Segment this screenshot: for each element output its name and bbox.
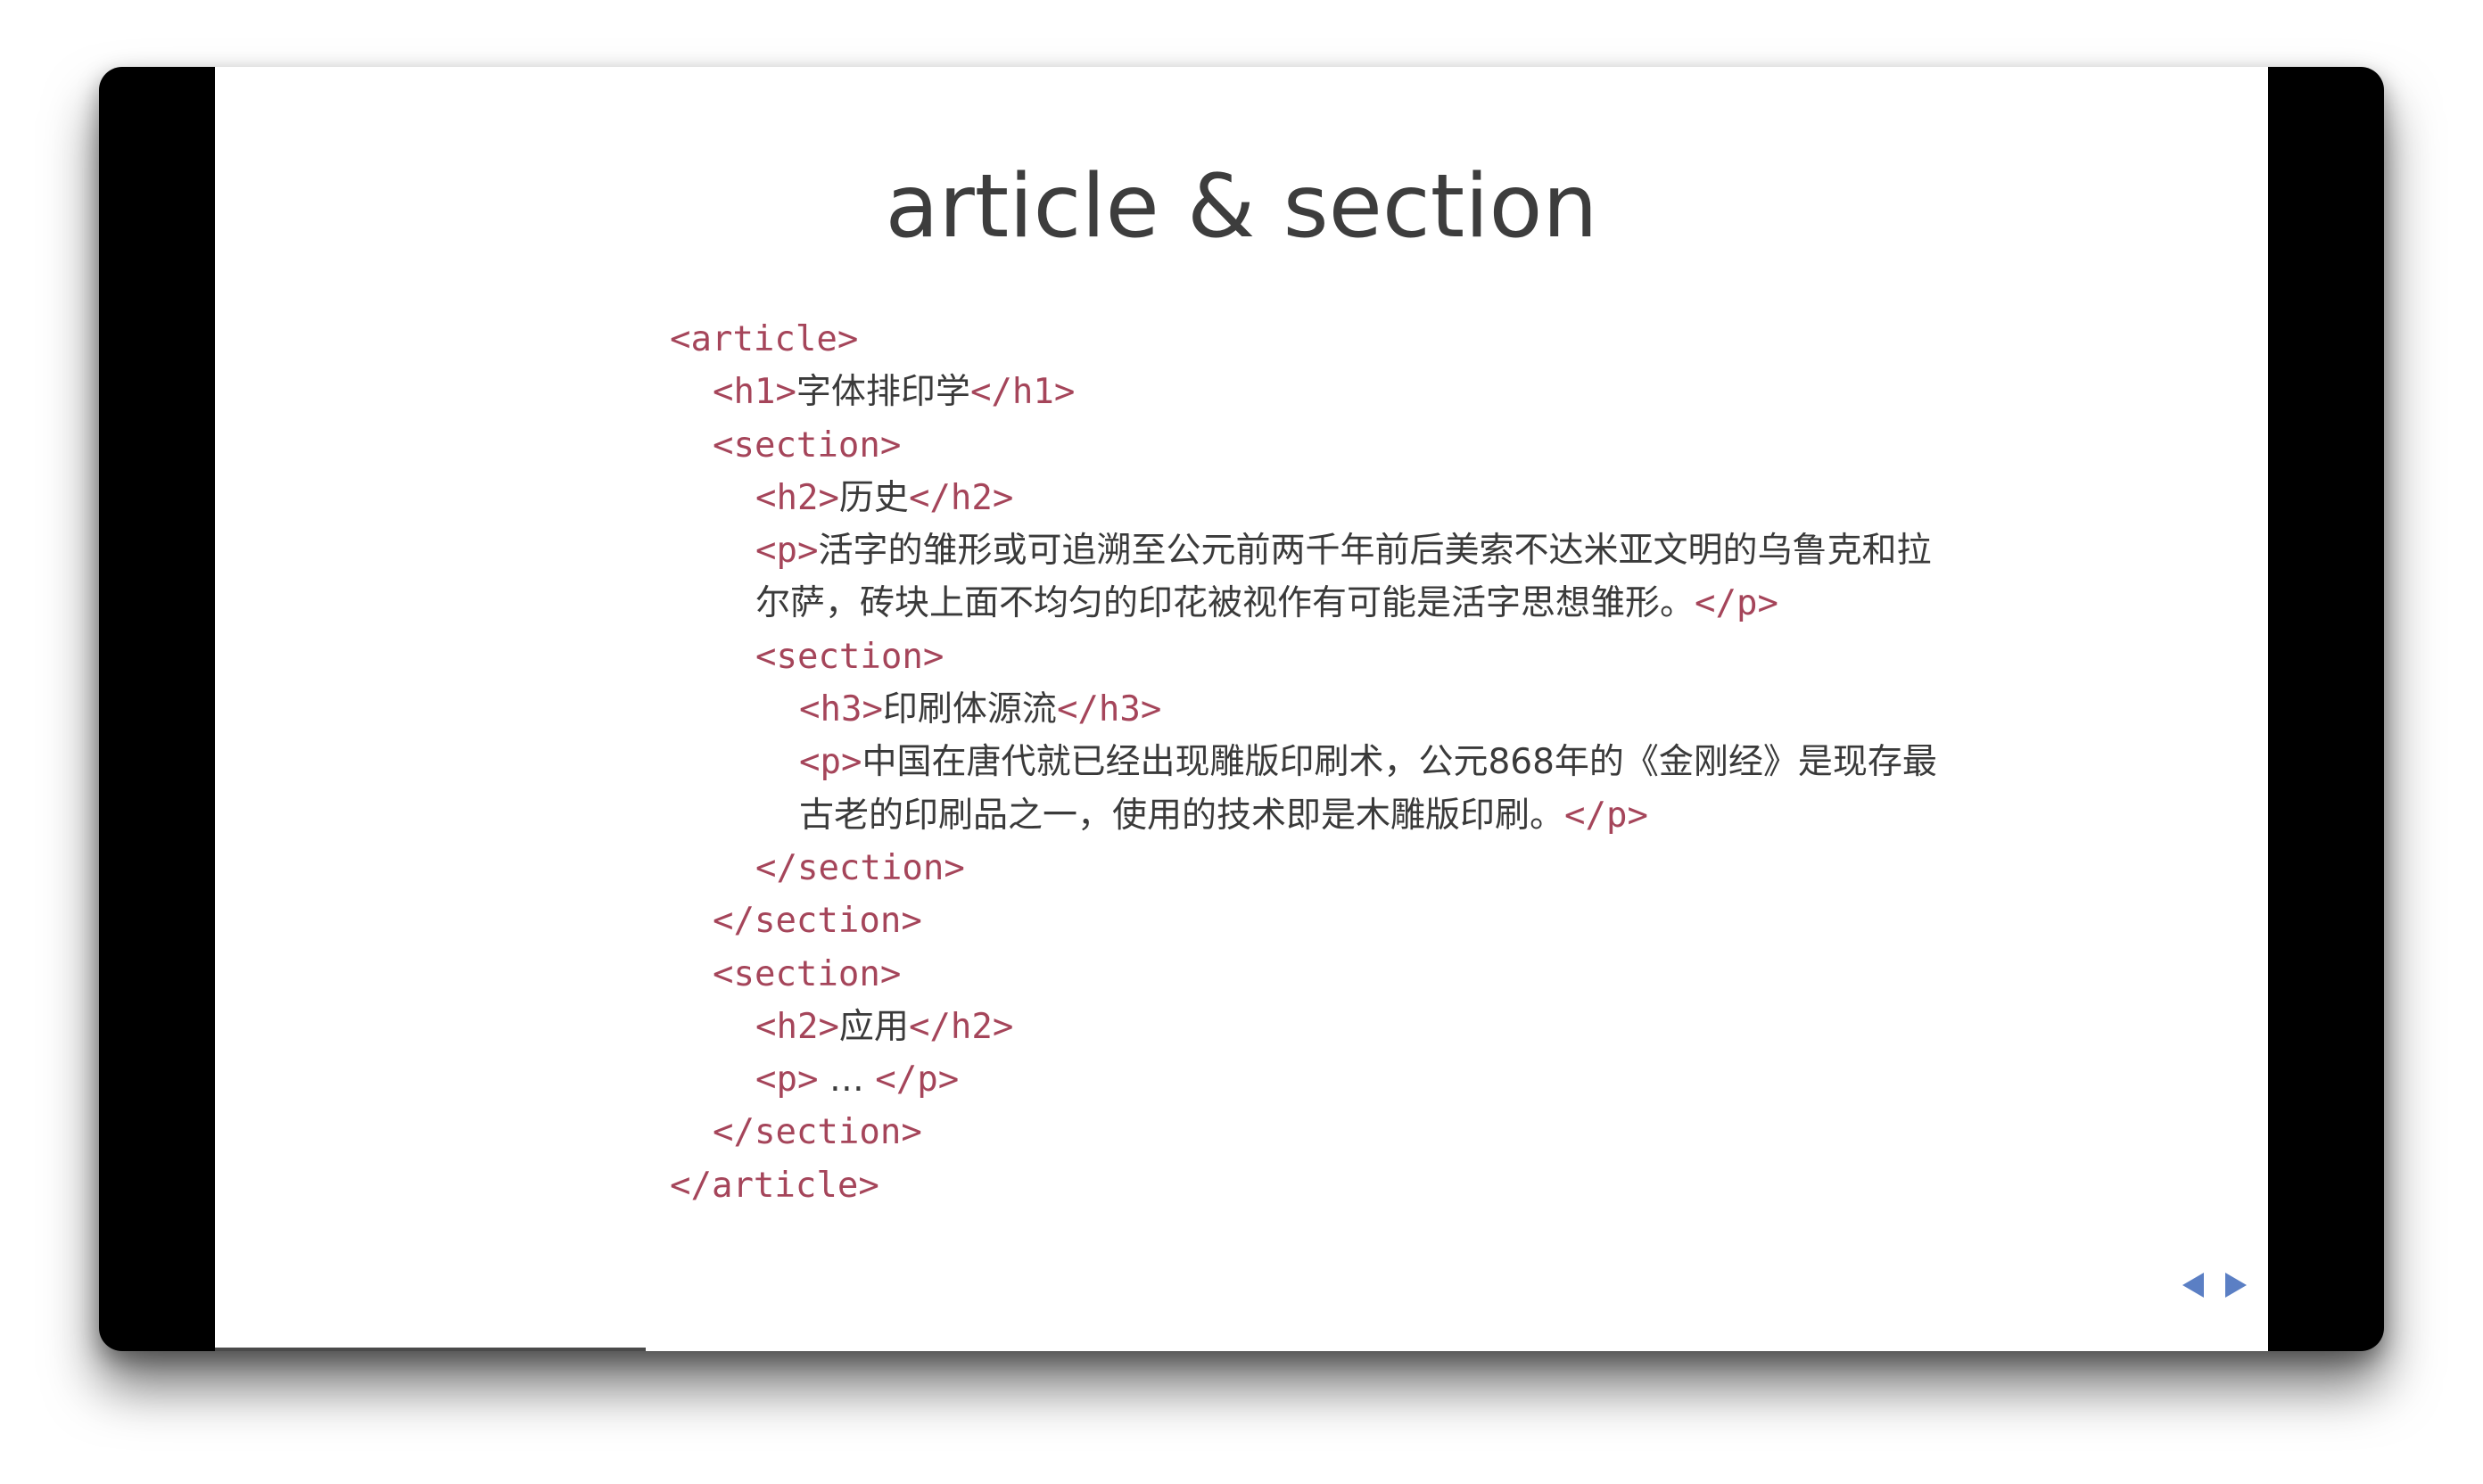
code-tag: </h3> — [1056, 689, 1162, 730]
code-line: <h1>字体排印学</h1> — [670, 366, 2061, 418]
code-text: 应用 — [838, 1006, 909, 1047]
code-tag: <h1> — [713, 372, 796, 413]
slide-navigation — [2182, 1273, 2247, 1298]
code-line: <article> — [670, 313, 2061, 366]
code-tag: </h2> — [908, 477, 1014, 518]
code-tag: </h1> — [969, 372, 1076, 413]
code-tag: </p> — [875, 1059, 960, 1101]
code-tag: <section> — [713, 953, 902, 994]
code-line: <section> — [670, 948, 2061, 1001]
code-line: </section> — [670, 1106, 2061, 1158]
code-tag: <section> — [755, 636, 945, 677]
code-tag: </section> — [713, 901, 922, 942]
code-text: 中国在唐代就已经出现雕版印刷术，公元868年的《金刚经》是现存最古老的印刷品之一… — [799, 742, 1937, 836]
code-line: <h2>应用</h2> — [670, 1001, 2061, 1053]
presentation-window: article & section <article> <h1>字体排印学</h… — [99, 67, 2384, 1351]
code-line: </article> — [670, 1159, 2061, 1212]
code-tag: </p> — [1695, 583, 1778, 624]
code-tag: <section> — [713, 425, 902, 466]
slide: article & section <article> <h1>字体排印学</h… — [215, 67, 2268, 1351]
code-tag: <p> — [799, 742, 862, 783]
code-tag: <h2> — [755, 1006, 839, 1047]
code-line: </section> — [670, 895, 2061, 947]
slide-title: article & section — [885, 156, 1598, 258]
code-text: 印刷体源流 — [882, 689, 1057, 730]
code-tag: <h2> — [755, 477, 839, 518]
code-block: <article> <h1>字体排印学</h1> <section> <h2>历… — [670, 313, 2061, 1212]
code-text: 历史 — [838, 477, 909, 518]
code-text: 字体排印学 — [796, 372, 970, 413]
code-line: <section> — [670, 419, 2061, 472]
progress-bar — [215, 1348, 647, 1351]
code-tag: </p> — [1564, 795, 1648, 836]
code-text: … — [818, 1059, 876, 1101]
code-tag: <article> — [670, 319, 859, 359]
code-tag: <p> — [755, 531, 819, 572]
code-tag: </section> — [755, 847, 965, 888]
code-line: <section> — [670, 631, 2061, 683]
code-tag: </article> — [670, 1165, 879, 1206]
code-line: <h3>印刷体源流</h3> — [670, 683, 2061, 736]
code-tag: <h3> — [799, 689, 883, 730]
code-tag: </h2> — [908, 1006, 1014, 1047]
code-tag: <p> — [755, 1059, 819, 1101]
triangle-left-icon[interactable] — [2182, 1273, 2204, 1298]
code-line: </section> — [670, 842, 2061, 895]
code-line: <p>中国在唐代就已经出现雕版印刷术，公元868年的《金刚经》是现存最古老的印刷… — [670, 736, 1950, 842]
code-line: <p>活字的雏形或可追溯至公元前两千年前后美索不达米亚文明的乌鲁克和拉尔萨，砖块… — [670, 524, 1942, 631]
triangle-right-icon[interactable] — [2225, 1273, 2247, 1298]
code-tag: </section> — [713, 1112, 922, 1153]
code-line: <h2>历史</h2> — [670, 472, 2061, 524]
code-line: <p> … </p> — [670, 1053, 2061, 1106]
